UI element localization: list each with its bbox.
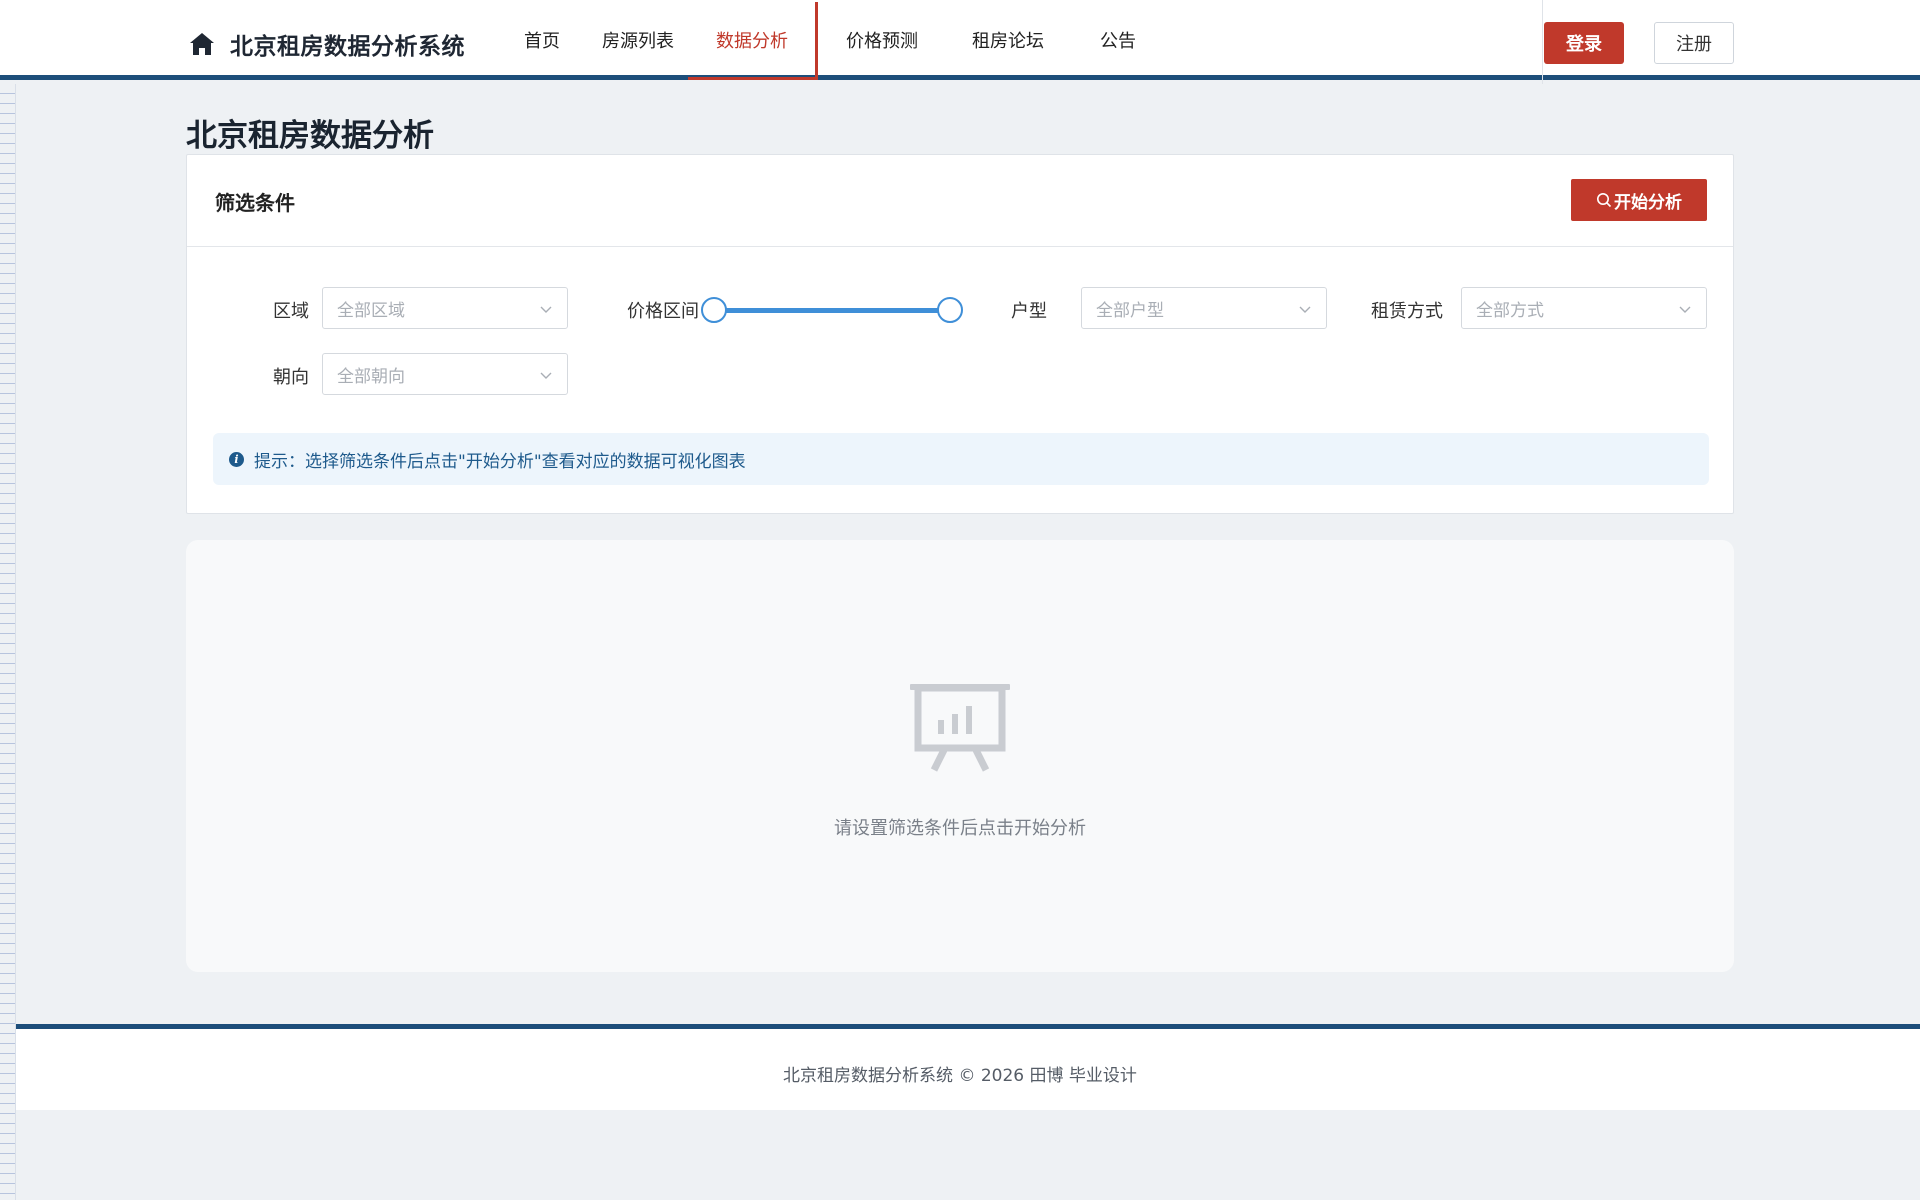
nav-announcements[interactable]: 公告 — [1068, 0, 1168, 80]
nav-price-prediction[interactable]: 价格预测 — [816, 0, 948, 80]
main-nav: 首页 房源列表 数据分析 价格预测 租房论坛 公告 — [500, 0, 1168, 80]
nav-label: 首页 — [524, 31, 560, 52]
price-range-slider[interactable] — [701, 295, 963, 325]
chevron-down-icon — [540, 306, 552, 313]
nav-label: 房源列表 — [602, 31, 674, 52]
nav-listings[interactable]: 房源列表 — [588, 0, 688, 80]
footer: 北京租房数据分析系统 © 2026 田博 毕业设计 — [0, 1024, 1920, 1110]
login-button[interactable]: 登录 — [1544, 22, 1624, 64]
rent-type-label: 租赁方式 — [1371, 301, 1443, 322]
district-select[interactable]: 全部区域 — [322, 287, 568, 329]
footer-text: 北京租房数据分析系统 © 2026 田博 毕业设计 — [783, 1066, 1137, 1086]
chart-area-empty-state: 请设置筛选条件后点击开始分析 — [186, 540, 1734, 972]
layout-label: 户型 — [1011, 301, 1047, 322]
filter-title: 筛选条件 — [215, 191, 295, 215]
nav-label: 租房论坛 — [972, 31, 1044, 52]
orientation-label: 朝向 — [273, 367, 309, 388]
nav-home[interactable]: 首页 — [500, 0, 584, 80]
start-analysis-label: 开始分析 — [1614, 192, 1682, 213]
nav-label: 公告 — [1100, 31, 1136, 52]
register-button[interactable]: 注册 — [1654, 22, 1734, 64]
hint-banner: i 提示：选择筛选条件后点击"开始分析"查看对应的数据可视化图表 — [213, 433, 1709, 485]
empty-state-text: 请设置筛选条件后点击开始分析 — [834, 818, 1086, 839]
district-label: 区域 — [273, 301, 309, 322]
top-navbar: 北京租房数据分析系统 首页 房源列表 数据分析 价格预测 租房论坛 公告 登录 … — [0, 0, 1920, 84]
brand-title: 北京租房数据分析系统 — [230, 34, 465, 60]
orientation-select[interactable]: 全部朝向 — [322, 353, 568, 395]
brand[interactable]: 北京租房数据分析系统 — [188, 28, 465, 60]
layout-select[interactable]: 全部户型 — [1081, 287, 1327, 329]
slider-track — [713, 308, 951, 313]
rent-type-value: 全部方式 — [1476, 300, 1544, 321]
nav-label: 数据分析 — [716, 31, 788, 52]
chevron-down-icon — [1679, 306, 1691, 313]
header-divider — [1542, 0, 1543, 84]
nav-forum[interactable]: 租房论坛 — [948, 0, 1068, 80]
price-range-label: 价格区间 — [627, 301, 699, 322]
presentation-chart-icon — [910, 684, 1010, 772]
start-analysis-button[interactable]: 开始分析 — [1571, 179, 1707, 221]
slider-handle-max[interactable] — [937, 297, 963, 323]
district-value: 全部区域 — [337, 300, 405, 321]
nav-analysis[interactable]: 数据分析 — [688, 0, 818, 80]
hint-text: 提示：选择筛选条件后点击"开始分析"查看对应的数据可视化图表 — [254, 451, 746, 472]
chevron-down-icon — [1299, 306, 1311, 313]
layout-value: 全部户型 — [1096, 300, 1164, 321]
page-title: 北京租房数据分析 — [186, 118, 434, 154]
chevron-down-icon — [540, 372, 552, 379]
left-ruler — [0, 84, 16, 1200]
slider-handle-min[interactable] — [701, 297, 727, 323]
rent-type-select[interactable]: 全部方式 — [1461, 287, 1707, 329]
orientation-value: 全部朝向 — [337, 366, 405, 387]
filter-card-header: 筛选条件 开始分析 — [187, 155, 1733, 247]
nav-label: 价格预测 — [846, 31, 918, 52]
search-icon — [1597, 193, 1612, 208]
info-icon: i — [229, 451, 244, 467]
home-icon — [190, 33, 214, 55]
filter-card: 筛选条件 开始分析 区域 全部区域 价格区间 户型 全部户型 租赁方式 全部方式… — [186, 154, 1734, 514]
